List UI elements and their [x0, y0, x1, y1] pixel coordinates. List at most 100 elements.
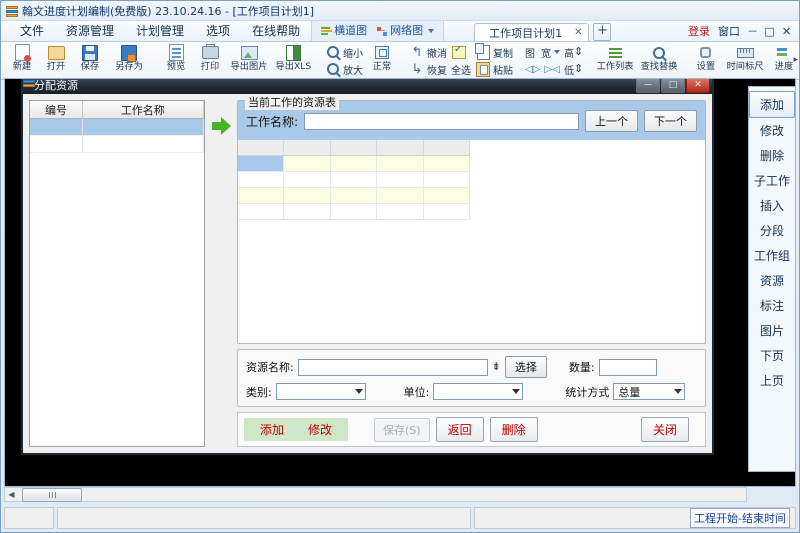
dialog-title-bar[interactable]: 分配资源 － □ ✕: [23, 78, 712, 94]
sidebar-item-modify[interactable]: 修改: [750, 118, 794, 143]
scroll-left-icon[interactable]: ◀: [5, 488, 18, 501]
toolbar-new-button[interactable]: 新建: [5, 42, 39, 79]
window-menu-button[interactable]: 窗口: [714, 23, 744, 39]
up-down-spinner-icon[interactable]: ⇕: [574, 64, 583, 74]
toolbar-find-replace-button[interactable]: 查找替换: [637, 42, 681, 79]
sidebar-item-insert[interactable]: 插入: [750, 193, 794, 218]
workspace-hscrollbar[interactable]: ◀: [4, 487, 747, 502]
dialog-maximize-button[interactable]: □: [661, 78, 685, 93]
menu-item-resource-management[interactable]: 资源管理: [55, 21, 125, 41]
resource-grid[interactable]: [238, 140, 705, 343]
toolbar-open-button[interactable]: 打开: [39, 42, 73, 79]
toolbar-preview-label: 预览: [167, 62, 185, 71]
hscroll-thumb[interactable]: [22, 488, 82, 502]
open-folder-icon: [48, 44, 65, 61]
table-row[interactable]: [238, 188, 470, 204]
dropdown-spinner-icon[interactable]: ⇟: [492, 362, 501, 372]
toolbar-undo-button[interactable]: ↰ 撤消: [407, 44, 449, 61]
menu-item-online-help[interactable]: 在线帮助: [241, 21, 311, 41]
maximize-button[interactable]: □: [761, 23, 778, 39]
toolbar-actual-size-button[interactable]: 正常: [365, 42, 399, 79]
sidebar-item-resource[interactable]: 资源: [750, 268, 794, 293]
toolbar-height-stack: 高 ⇕ 低 ⇕: [562, 43, 585, 78]
unit-select[interactable]: [433, 383, 523, 400]
modify-button[interactable]: 修改: [308, 421, 332, 438]
view-tab-network[interactable]: 网络图: [372, 21, 439, 41]
add-tab-button[interactable]: +: [593, 23, 611, 41]
toolbar-copy-button[interactable]: 复制: [473, 44, 515, 61]
table-row[interactable]: [30, 119, 204, 136]
job-name-input[interactable]: [304, 113, 579, 130]
toolbar-export-image-button[interactable]: 导出图片: [227, 42, 271, 79]
menu-item-file[interactable]: 文件: [9, 21, 55, 41]
current-job-resource-group: 当前工作的资源表 工作名称: 上一个 下一个: [237, 100, 706, 344]
toolbar-height-row[interactable]: 高 ⇕: [562, 44, 585, 61]
toolbar-low-row[interactable]: 低 ⇕: [562, 61, 585, 78]
close-icon[interactable]: ✕: [574, 27, 582, 38]
menu-item-plan-management[interactable]: 计划管理: [125, 21, 195, 41]
category-select[interactable]: [276, 383, 366, 400]
toolbar-actual-size-label: 正常: [373, 62, 391, 71]
sidebar-item-subtask[interactable]: 子工作: [750, 168, 794, 193]
add-button[interactable]: 添加: [260, 421, 284, 438]
stat-mode-select[interactable]: 总量: [613, 383, 685, 400]
sidebar-item-delete[interactable]: 删除: [750, 143, 794, 168]
toolbar-paste-button[interactable]: 粘贴: [473, 61, 515, 78]
choose-button[interactable]: 选择: [505, 356, 547, 378]
login-button[interactable]: 登录: [684, 23, 714, 39]
close-dialog-button[interactable]: 关闭: [641, 417, 689, 442]
sidebar-item-image[interactable]: 图片: [750, 318, 794, 343]
toolbar-time-ruler-button[interactable]: 时间标尺: [723, 42, 767, 79]
nudge-left-icon[interactable]: ◁▷: [525, 64, 540, 75]
toolbar-redo-button[interactable]: ↳ 恢复: [407, 61, 449, 78]
sidebar-item-split[interactable]: 分段: [750, 218, 794, 243]
toolbar-size-row[interactable]: 图 宽: [523, 44, 562, 61]
toolbar-preview-button[interactable]: 预览: [159, 42, 193, 79]
back-button[interactable]: 返回: [436, 417, 484, 442]
job-list-table[interactable]: 编号 工作名称: [29, 100, 205, 447]
chevron-down-icon: [674, 389, 682, 394]
table-row[interactable]: [238, 172, 470, 188]
table-row[interactable]: [30, 136, 204, 153]
sidebar-item-workgroup[interactable]: 工作组: [750, 243, 794, 268]
sidebar-item-next-page[interactable]: 下页: [750, 343, 794, 368]
redo-icon: ↳: [409, 62, 425, 77]
toolbar-overflow-button[interactable]: ▸: [793, 55, 798, 65]
toolbar-save-as-button[interactable]: 另存为: [107, 42, 151, 79]
toolbar-nudge-row[interactable]: ◁▷ ▷◁: [523, 61, 562, 78]
toolbar-export-xls-button[interactable]: 导出XLS: [271, 42, 315, 79]
toolbar-settings-button[interactable]: 设置: [689, 42, 723, 79]
chevron-down-icon[interactable]: [428, 29, 434, 33]
sidebar-item-annotation[interactable]: 标注: [750, 293, 794, 318]
toolbar-zoom-out-button[interactable]: 缩小: [323, 44, 365, 61]
minimize-button[interactable]: －: [744, 23, 761, 39]
nudge-right-icon[interactable]: ▷◁: [544, 64, 559, 75]
toolbar-new-label: 新建: [13, 62, 31, 71]
chevron-down-icon[interactable]: [554, 50, 560, 54]
print-preview-icon: [169, 44, 184, 61]
toolbar-save-button[interactable]: 保存: [73, 42, 107, 79]
close-button[interactable]: ✕: [778, 23, 795, 39]
delete-button[interactable]: 删除: [490, 417, 538, 442]
dialog-close-button[interactable]: ✕: [686, 78, 710, 93]
document-tab[interactable]: 工作项目计划1 ✕: [474, 23, 589, 41]
project-date-range-label[interactable]: 工程开始-结束时间: [690, 508, 790, 528]
table-row[interactable]: [238, 204, 470, 220]
toolbar-select-check[interactable]: [449, 44, 473, 61]
toolbar-select-all-button[interactable]: 全选: [449, 61, 473, 78]
toolbar-zoom-in-button[interactable]: 放大: [323, 61, 365, 78]
view-tab-gantt[interactable]: 横道图: [316, 21, 372, 41]
next-button[interactable]: 下一个: [644, 110, 697, 132]
dialog-minimize-button[interactable]: －: [636, 78, 660, 93]
toolbar-task-list-button[interactable]: 工作列表: [593, 42, 637, 79]
sidebar-item-add[interactable]: 添加: [749, 91, 795, 118]
table-row[interactable]: [238, 156, 470, 172]
quantity-input[interactable]: [599, 359, 657, 376]
toolbar-print-button[interactable]: 打印: [193, 42, 227, 79]
resource-name-input[interactable]: [298, 359, 488, 376]
prev-button[interactable]: 上一个: [585, 110, 638, 132]
menu-item-options[interactable]: 选项: [195, 21, 241, 41]
sidebar-item-prev-page[interactable]: 上页: [750, 368, 794, 393]
up-down-spinner-icon[interactable]: ⇕: [574, 47, 583, 57]
transfer-arrow-button[interactable]: [211, 100, 231, 447]
